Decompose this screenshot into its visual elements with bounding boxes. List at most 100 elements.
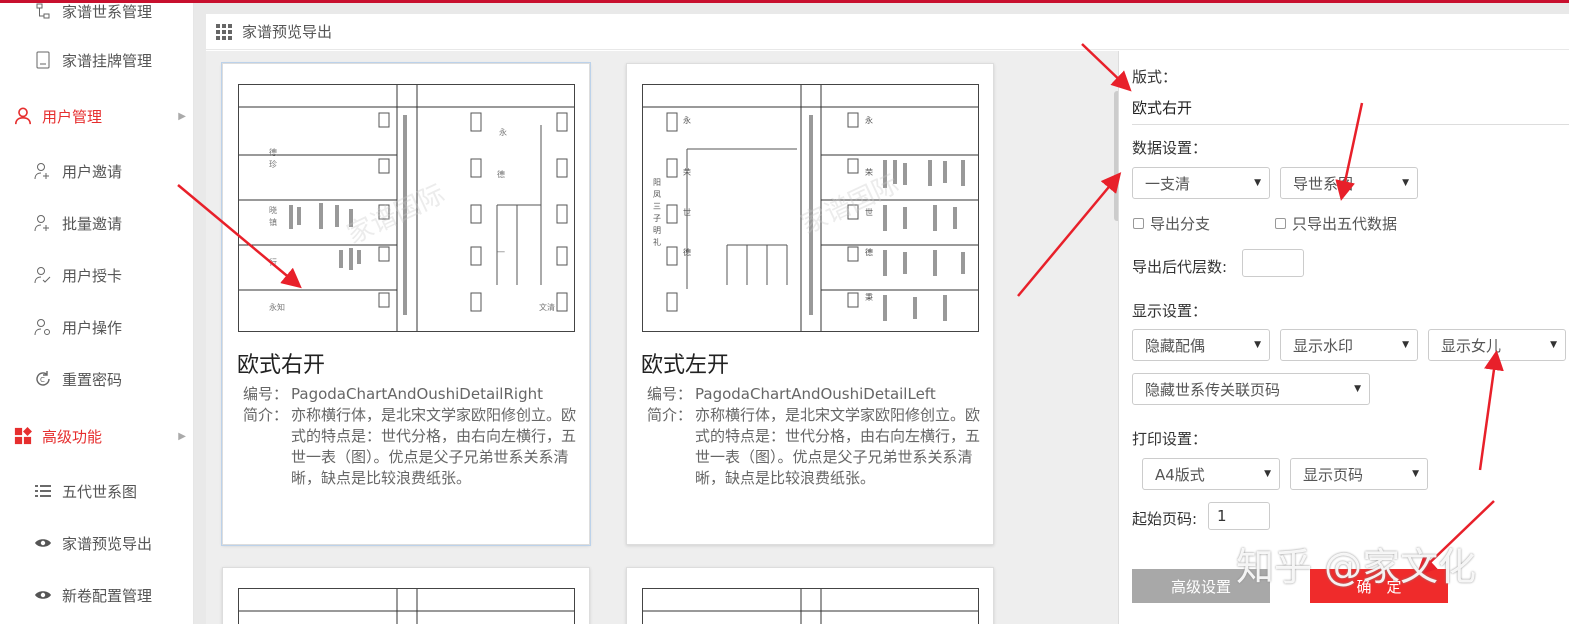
top-accent-line xyxy=(0,0,1569,3)
sidebar-item-label: 重置密码 xyxy=(62,370,123,389)
daughter-display-select[interactable]: 显示女儿 ▼ xyxy=(1428,329,1566,361)
sidebar-item-label: 家谱预览导出 xyxy=(62,534,153,553)
template-preview-image: 阳凤三子明礼 永荣世德 永荣世德秉 xyxy=(642,84,979,332)
svg-text:珍: 珍 xyxy=(269,159,277,169)
caret-down-icon: ▼ xyxy=(1402,340,1409,350)
watermark-display-select[interactable]: 显示水印 ▼ xyxy=(1280,329,1418,361)
svg-text:行: 行 xyxy=(269,257,277,267)
template-card-4[interactable] xyxy=(626,567,994,624)
sidebar-group-user-manage[interactable]: 用户管理 ▶ xyxy=(0,96,193,136)
page-link-display-select[interactable]: 隐藏世系传关联页码 ▼ xyxy=(1132,373,1370,405)
template-meta: 编号： PagodaChartAndOushiDetailLeft 简介： 亦称横行… xyxy=(647,384,987,489)
svg-text:永知: 永知 xyxy=(269,302,285,312)
sidebar-item-label: 用户授卡 xyxy=(62,266,123,285)
caret-down-icon: ▼ xyxy=(1402,178,1409,188)
caret-down-icon: ▼ xyxy=(1264,469,1271,479)
svg-text:晓: 晓 xyxy=(269,205,277,215)
sidebar-item-five-gen[interactable]: 五代世系图 xyxy=(0,471,193,511)
sidebar-item-user-operation[interactable]: 用户操作 xyxy=(0,307,193,347)
spouse-display-select[interactable]: 隐藏配偶 ▼ xyxy=(1132,329,1270,361)
generations-input[interactable] xyxy=(1242,249,1304,277)
grid-menu-icon xyxy=(216,23,232,40)
layout-value: 欧式右开 xyxy=(1132,99,1193,117)
sidebar-item-preview-export[interactable]: 家谱预览导出 xyxy=(0,523,193,563)
svg-text:明: 明 xyxy=(653,226,661,235)
template-preview-image: 德珍 晓镇 行永知 永德 一文清 xyxy=(238,84,575,332)
caret-down-icon: ▼ xyxy=(1254,178,1261,188)
select-value: 显示女儿 xyxy=(1441,336,1502,355)
checkbox-label: 导出分支 xyxy=(1150,215,1211,233)
user-check-icon xyxy=(34,266,52,284)
svg-text:永: 永 xyxy=(865,115,873,125)
template-gallery: 德珍 晓镇 行永知 永德 一文清 家谱国际 欧式右开 编号： PagodaCha… xyxy=(206,51,1118,624)
checkbox-label: 只导出五代数据 xyxy=(1292,215,1398,233)
sidebar-item-plaque-manage[interactable]: 家谱挂牌管理 xyxy=(0,40,193,80)
page-number-select[interactable]: 显示页码 ▼ xyxy=(1290,458,1428,490)
user-add-icon xyxy=(34,162,52,180)
panel-divider xyxy=(1118,51,1119,624)
page-title: 家谱预览导出 xyxy=(242,23,333,41)
svg-text:世: 世 xyxy=(683,207,691,217)
users-add-icon xyxy=(34,214,52,232)
data-type-select[interactable]: 导世系图 ▼ xyxy=(1280,167,1418,199)
sidebar-item-label: 新卷配置管理 xyxy=(62,586,153,605)
input-value: 1 xyxy=(1217,507,1227,525)
svg-text:礼: 礼 xyxy=(653,237,661,247)
tree-icon xyxy=(34,3,52,20)
divider xyxy=(1132,124,1569,125)
eye-icon xyxy=(34,586,52,604)
sidebar-group-advanced[interactable]: 高级功能 ▶ xyxy=(0,416,193,456)
svg-text:一: 一 xyxy=(497,248,505,257)
desc-label: 简介： xyxy=(647,406,693,424)
svg-text:德: 德 xyxy=(269,147,277,157)
chevron-right-icon: ▶ xyxy=(178,430,186,442)
list-icon xyxy=(34,482,52,500)
user-gear-icon xyxy=(34,318,52,336)
caret-down-icon: ▼ xyxy=(1550,340,1557,350)
template-description: 亦称横行体，是北宋文学家欧阳修创立。欧式的特点是：世代分格，由右向左横行，五世一… xyxy=(291,406,577,487)
template-card-right[interactable]: 德珍 晓镇 行永知 永德 一文清 家谱国际 欧式右开 编号： PagodaCha… xyxy=(221,62,591,546)
data-settings-label: 数据设置： xyxy=(1132,139,1208,157)
five-gen-only-checkbox[interactable]: 只导出五代数据 xyxy=(1275,213,1397,234)
generations-label: 导出后代层数: xyxy=(1132,258,1228,276)
template-code: PagodaChartAndOushiDetailLeft xyxy=(695,385,936,403)
template-preview-image xyxy=(238,588,575,624)
select-value: 一支清 xyxy=(1145,174,1191,193)
svg-text:C: C xyxy=(40,376,45,384)
template-description: 亦称横行体，是北宋文学家欧阳修创立。欧式的特点是：世代分格，由右向左横行，五世一… xyxy=(695,406,981,487)
data-scope-select[interactable]: 一支清 ▼ xyxy=(1132,167,1270,199)
start-page-input[interactable]: 1 xyxy=(1208,502,1270,530)
sidebar-item-batch-invite[interactable]: 批量邀请 xyxy=(0,203,193,243)
template-card-3[interactable] xyxy=(222,567,590,624)
zhihu-watermark: 知乎 @家文化 xyxy=(1236,545,1477,589)
svg-text:荣: 荣 xyxy=(865,167,873,177)
svg-text:镇: 镇 xyxy=(269,217,277,227)
paper-size-select[interactable]: A4版式 ▼ xyxy=(1142,458,1280,490)
svg-text:世: 世 xyxy=(865,207,873,217)
sidebar-item-user-card[interactable]: 用户授卡 xyxy=(0,255,193,295)
checkbox-box[interactable] xyxy=(1133,218,1144,229)
svg-text:德: 德 xyxy=(683,247,691,257)
reset-icon: C xyxy=(34,370,52,388)
caret-down-icon: ▼ xyxy=(1254,340,1261,350)
template-preview-image xyxy=(642,588,979,624)
sidebar-item-label: 用户邀请 xyxy=(62,162,123,181)
sidebar-item-user-invite[interactable]: 用户邀请 xyxy=(0,151,193,191)
sidebar-item-label: 家谱世系管理 xyxy=(62,3,153,21)
sidebar-item-reset-password[interactable]: C 重置密码 xyxy=(0,359,193,399)
chevron-right-icon: ▶ xyxy=(178,110,186,122)
template-card-left[interactable]: 阳凤三子明礼 永荣世德 永荣世德秉 家谱国际 欧式左开 编号： PagodaCh… xyxy=(626,63,994,545)
select-value: 隐藏世系传关联页码 xyxy=(1145,380,1281,399)
svg-text:阳: 阳 xyxy=(653,178,661,187)
print-settings-label: 打印设置： xyxy=(1132,430,1208,448)
sidebar-item-tree-manage[interactable]: 家谱世系管理 xyxy=(0,3,193,31)
sidebar-group-label: 用户管理 xyxy=(42,107,103,126)
svg-text:永: 永 xyxy=(683,115,691,125)
sidebar-item-label: 用户操作 xyxy=(62,318,123,337)
breadcrumb: 家谱预览导出 xyxy=(206,14,1569,50)
eye-icon xyxy=(34,534,52,552)
sidebar-item-volume-config[interactable]: 新卷配置管理 xyxy=(0,575,193,615)
select-value: 导世系图 xyxy=(1293,174,1354,193)
checkbox-box[interactable] xyxy=(1275,218,1286,229)
export-branch-checkbox[interactable]: 导出分支 xyxy=(1133,213,1210,234)
